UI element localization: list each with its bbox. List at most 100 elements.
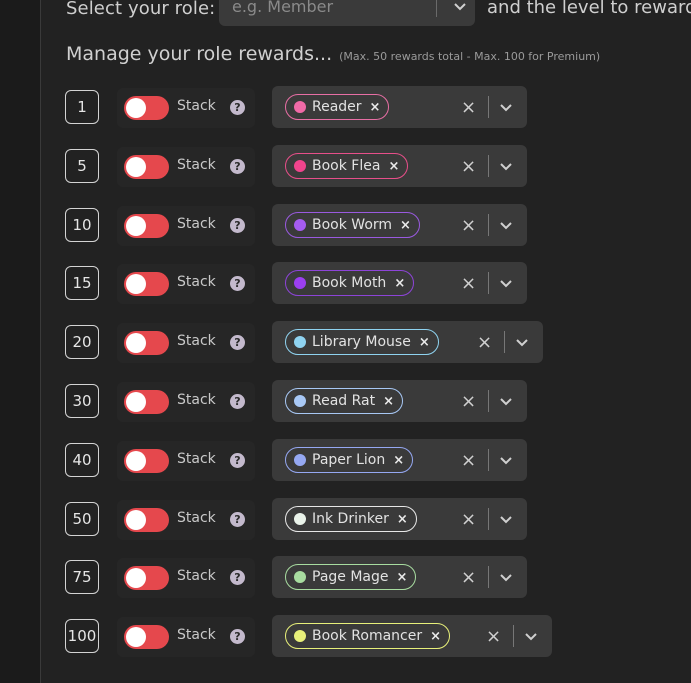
clear-icon[interactable]: × [461, 450, 476, 471]
stack-toggle[interactable] [124, 155, 169, 179]
toggle-knob [126, 333, 146, 353]
role-reward-select[interactable]: Read Rat × × [272, 380, 527, 422]
role-select[interactable]: e.g. Member [219, 0, 475, 26]
reward-row: 75 Stack ? Page Mage × × [0, 556, 691, 598]
role-reward-select[interactable]: Ink Drinker × × [272, 498, 527, 540]
chevron-down-icon[interactable] [498, 158, 514, 174]
help-icon[interactable]: ? [230, 335, 245, 350]
role-color-dot [294, 277, 306, 289]
role-name: Page Mage [312, 569, 389, 585]
stack-toggle[interactable] [124, 625, 169, 649]
remove-chip-icon[interactable]: × [397, 570, 408, 585]
chevron-down-icon[interactable] [498, 275, 514, 291]
clear-icon[interactable]: × [461, 97, 476, 118]
section-heading: Manage your role rewards... (Max. 50 rew… [66, 43, 600, 65]
role-name: Ink Drinker [312, 511, 389, 527]
role-name: Reader [312, 99, 362, 115]
chevron-down-icon[interactable] [498, 393, 514, 409]
select-divider [488, 214, 489, 236]
chevron-down-icon[interactable] [498, 511, 514, 527]
select-divider [488, 96, 489, 118]
toggle-knob [126, 627, 146, 647]
clear-icon[interactable]: × [477, 332, 492, 353]
remove-chip-icon[interactable]: × [370, 100, 381, 115]
remove-chip-icon[interactable]: × [430, 629, 441, 644]
role-color-dot [294, 336, 306, 348]
level-input[interactable]: 20 [65, 325, 99, 359]
remove-chip-icon[interactable]: × [397, 512, 408, 527]
role-name: Book Romancer [312, 628, 423, 644]
chevron-down-icon[interactable] [498, 99, 514, 115]
role-color-dot [294, 395, 306, 407]
remove-chip-icon[interactable]: × [383, 394, 394, 409]
role-chip: Paper Lion × [285, 447, 414, 473]
stack-toggle[interactable] [124, 449, 169, 473]
chevron-down-icon[interactable] [514, 334, 530, 350]
level-input[interactable]: 10 [65, 208, 99, 242]
stack-label: Stack [177, 98, 216, 114]
stack-label: Stack [177, 216, 216, 232]
chevron-down-icon[interactable] [523, 628, 539, 644]
remove-chip-icon[interactable]: × [419, 335, 430, 350]
role-chip: Book Romancer × [285, 623, 451, 649]
role-color-dot [294, 160, 306, 172]
level-input[interactable]: 5 [65, 149, 99, 183]
stack-toggle[interactable] [124, 96, 169, 120]
role-reward-select[interactable]: Book Worm × × [272, 204, 527, 246]
stack-toggle[interactable] [124, 331, 169, 355]
help-icon[interactable]: ? [230, 570, 245, 585]
stack-toggle[interactable] [124, 214, 169, 238]
help-icon[interactable]: ? [230, 159, 245, 174]
clear-icon[interactable]: × [461, 567, 476, 588]
help-icon[interactable]: ? [230, 100, 245, 115]
role-color-dot [294, 454, 306, 466]
role-reward-select[interactable]: Book Flea × × [272, 145, 527, 187]
level-input[interactable]: 40 [65, 443, 99, 477]
clear-icon[interactable]: × [461, 391, 476, 412]
stack-label: Stack [177, 451, 216, 467]
role-reward-select[interactable]: Book Romancer × × [272, 615, 552, 657]
role-reward-select[interactable]: Page Mage × × [272, 556, 527, 598]
level-input[interactable]: 75 [65, 560, 99, 594]
help-icon[interactable]: ? [230, 276, 245, 291]
level-input[interactable]: 1 [65, 90, 99, 124]
remove-chip-icon[interactable]: × [393, 453, 404, 468]
clear-icon[interactable]: × [461, 215, 476, 236]
stack-toggle[interactable] [124, 390, 169, 414]
remove-chip-icon[interactable]: × [400, 218, 411, 233]
role-reward-select[interactable]: Library Mouse × × [272, 321, 543, 363]
help-icon[interactable]: ? [230, 218, 245, 233]
stack-toggle[interactable] [124, 272, 169, 296]
remove-chip-icon[interactable]: × [394, 276, 405, 291]
chevron-down-icon[interactable] [498, 217, 514, 233]
toggle-knob [126, 216, 146, 236]
role-chip: Library Mouse × [285, 329, 439, 355]
help-icon[interactable]: ? [230, 629, 245, 644]
chevron-down-icon[interactable] [445, 0, 475, 18]
level-input[interactable]: 50 [65, 502, 99, 536]
clear-icon[interactable]: × [486, 626, 501, 647]
help-icon[interactable]: ? [230, 453, 245, 468]
role-reward-select[interactable]: Book Moth × × [272, 262, 527, 304]
level-input[interactable]: 100 [65, 619, 99, 653]
stack-label: Stack [177, 568, 216, 584]
chevron-down-icon[interactable] [498, 569, 514, 585]
stack-toggle[interactable] [124, 566, 169, 590]
reward-row: 1 Stack ? Reader × × [0, 86, 691, 128]
help-icon[interactable]: ? [230, 394, 245, 409]
top-row: Select your role: [66, 0, 215, 26]
clear-icon[interactable]: × [461, 273, 476, 294]
help-icon[interactable]: ? [230, 512, 245, 527]
role-reward-select[interactable]: Paper Lion × × [272, 439, 527, 481]
remove-chip-icon[interactable]: × [388, 159, 399, 174]
level-input[interactable]: 15 [65, 266, 99, 300]
clear-icon[interactable]: × [461, 509, 476, 530]
chevron-down-icon[interactable] [498, 452, 514, 468]
role-chip: Reader × [285, 94, 390, 120]
stack-toggle[interactable] [124, 508, 169, 532]
select-divider [488, 508, 489, 530]
role-reward-select[interactable]: Reader × × [272, 86, 527, 128]
role-color-dot [294, 513, 306, 525]
level-input[interactable]: 30 [65, 384, 99, 418]
clear-icon[interactable]: × [461, 156, 476, 177]
